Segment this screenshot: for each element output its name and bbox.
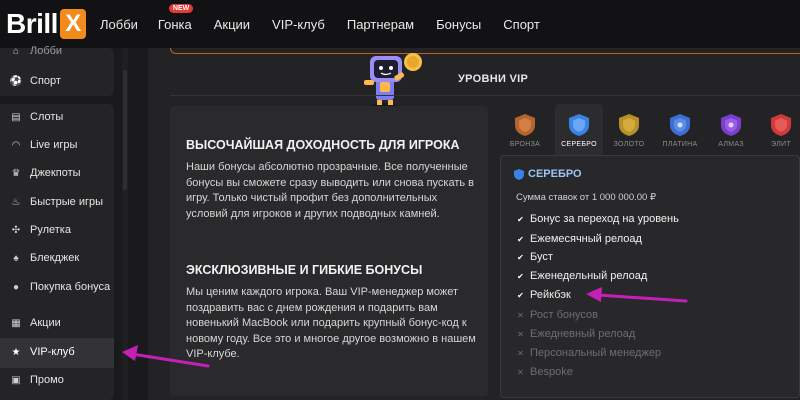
feature-row: ✔ Буст bbox=[517, 251, 553, 263]
lobby-icon: ⌂ bbox=[12, 45, 20, 57]
sidebar-item-lobby[interactable]: ⌂ Лобби bbox=[10, 41, 62, 61]
level-tab-gold[interactable]: ЗОЛОТО bbox=[606, 110, 652, 154]
nav-sport[interactable]: Спорт bbox=[503, 17, 540, 32]
feature-row: ✔ Еженедельный релоад bbox=[517, 270, 648, 282]
feature-row: ✕ Персональный менеджер bbox=[517, 347, 662, 359]
new-badge: NEW bbox=[168, 3, 194, 13]
annotation-arrow-vip bbox=[122, 345, 210, 368]
headset-icon: ◠ bbox=[11, 139, 21, 151]
sidebar: ⌂ Лобби ⚽ Спорт ▤ Слоты ◠ Live игры ♛ Дж… bbox=[0, 45, 122, 400]
roulette-icon: ✣ bbox=[11, 224, 21, 236]
sidebar-item-slots[interactable]: ▤ Слоты bbox=[10, 107, 63, 127]
section-divider bbox=[170, 95, 800, 96]
top-banner-edge bbox=[170, 48, 800, 54]
bonuses-heading: ЭКСКЛЮЗИВНЫЕ И ГИБКИЕ БОНУСЫ bbox=[186, 263, 423, 277]
nav-race[interactable]: NEW Гонка bbox=[158, 3, 194, 32]
check-icon: ✔ bbox=[517, 214, 524, 224]
main-nav: Лобби NEW Гонка Акции VIP-клуб Партнерам… bbox=[100, 0, 562, 48]
nav-bonuses[interactable]: Бонусы bbox=[436, 17, 481, 32]
sidebar-item-jackpots[interactable]: ♛ Джекпоты bbox=[10, 163, 81, 183]
level-tab-bronze[interactable]: БРОНЗА bbox=[502, 110, 548, 154]
diamond-shield-icon bbox=[721, 114, 741, 136]
sidebar-item-sport[interactable]: ⚽ Спорт bbox=[10, 71, 61, 91]
sidebar-item-fast-games[interactable]: ♨ Быстрые игры bbox=[10, 192, 104, 212]
flame-icon: ♨ bbox=[11, 196, 21, 208]
slots-icon: ▤ bbox=[11, 111, 21, 123]
nav-lobby[interactable]: Лобби bbox=[100, 17, 138, 32]
level-tab-diamond[interactable]: АЛМАЗ bbox=[708, 110, 754, 154]
brillx-logo[interactable]: Brill X bbox=[6, 8, 86, 40]
nav-vip-club[interactable]: VIP-клуб bbox=[272, 17, 325, 32]
vip-levels-title: УРОВНИ VIP bbox=[458, 73, 529, 85]
bonuses-description: Мы ценим каждого игрока. Ваш VIP-менедже… bbox=[186, 286, 476, 360]
cross-icon: ✕ bbox=[517, 329, 524, 339]
star-icon: ★ bbox=[11, 346, 21, 358]
soccer-ball-icon: ⚽ bbox=[9, 75, 23, 87]
annotation-arrow-rakeback bbox=[586, 287, 688, 303]
blackjack-icon: ♠ bbox=[13, 252, 19, 264]
check-icon: ✔ bbox=[517, 271, 524, 281]
level-card-title: СЕРЕБРО bbox=[514, 168, 582, 180]
bronze-shield-icon bbox=[515, 114, 535, 136]
robot-mascot bbox=[364, 53, 422, 109]
level-tab-elite[interactable]: ЭЛИТ bbox=[758, 110, 800, 154]
silver-shield-icon bbox=[569, 114, 589, 136]
platinum-shield-icon bbox=[670, 114, 690, 136]
coin-icon: ● bbox=[12, 281, 20, 293]
cross-icon: ✕ bbox=[517, 310, 524, 320]
gold-shield-icon bbox=[619, 114, 639, 136]
sidebar-item-promotions[interactable]: ▦ Акции bbox=[10, 313, 60, 333]
feature-row: ✕ Ежедневный релоад bbox=[517, 328, 636, 340]
check-icon: ✔ bbox=[517, 252, 524, 262]
promo-icon: ▣ bbox=[11, 374, 21, 386]
sidebar-item-vip-club[interactable]: ★ VIP-клуб bbox=[10, 342, 75, 362]
cross-icon: ✕ bbox=[517, 367, 524, 377]
top-header: Brill X Лобби NEW Гонка Акции VIP-клуб Па… bbox=[0, 0, 800, 48]
sidebar-item-promo[interactable]: ▣ Промо bbox=[10, 370, 64, 390]
check-icon: ✔ bbox=[517, 234, 524, 244]
sidebar-scroll-thumb[interactable] bbox=[123, 70, 127, 190]
sidebar-item-roulette[interactable]: ✣ Рулетка bbox=[10, 220, 71, 240]
sidebar-item-bonus-buy[interactable]: ● Покупка бонуса bbox=[10, 277, 110, 297]
trophy-icon: ♛ bbox=[11, 167, 21, 179]
feature-row: ✔ Рейкбэк bbox=[517, 289, 571, 301]
feature-row: ✕ Рост бонусов bbox=[517, 309, 599, 321]
silver-shield-icon bbox=[514, 168, 524, 180]
nav-promotions[interactable]: Акции bbox=[214, 17, 250, 32]
feature-row: ✕ Bespoke bbox=[517, 366, 573, 378]
yield-description: Наши бонусы абсолютно прозрачные. Все по… bbox=[186, 161, 474, 220]
sidebar-item-live-games[interactable]: ◠ Live игры bbox=[10, 135, 78, 155]
elite-shield-icon bbox=[771, 114, 791, 136]
feature-row: ✔ Ежемесячный релоад bbox=[517, 233, 642, 245]
yield-heading: ВЫСОЧАЙШАЯ ДОХОДНОСТЬ ДЛЯ ИГРОКА bbox=[186, 138, 460, 152]
level-tab-silver[interactable]: СЕРЕБРО bbox=[556, 110, 602, 154]
cross-icon: ✕ bbox=[517, 348, 524, 358]
gift-icon: ▦ bbox=[11, 317, 21, 329]
sidebar-item-blackjack[interactable]: ♠ Блекджек bbox=[10, 248, 79, 268]
nav-partners[interactable]: Партнерам bbox=[347, 17, 414, 32]
feature-row: ✔ Бонус за переход на уровень bbox=[517, 213, 679, 225]
level-tab-platinum[interactable]: ПЛАТИНА bbox=[657, 110, 703, 154]
check-icon: ✔ bbox=[517, 290, 524, 300]
level-wager-requirement: Сумма ставок от 1 000 000.00 ₽ bbox=[516, 192, 657, 203]
